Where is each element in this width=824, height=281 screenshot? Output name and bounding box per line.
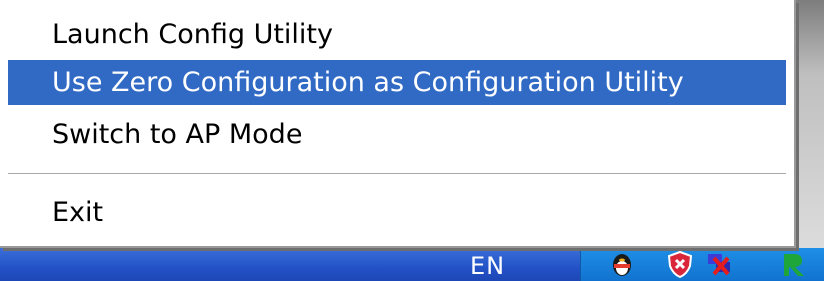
menu-separator [8,173,786,175]
menu-item-switch-to-ap-mode[interactable]: Switch to AP Mode [8,112,786,157]
menu-item-use-zero-configuration[interactable]: Use Zero Configuration as Configuration … [8,60,786,105]
network-disconnected-icon[interactable] [706,250,734,278]
security-shield-icon[interactable] [666,250,694,278]
language-indicator[interactable]: EN [470,252,505,280]
menu-item-launch-config-utility[interactable]: Launch Config Utility [8,12,786,57]
menu-item-exit[interactable]: Exit [8,190,786,235]
qq-penguin-icon[interactable] [608,250,636,278]
background-window-edge [796,0,824,248]
context-menu: Launch Config Utility Use Zero Configura… [0,0,796,248]
realtek-icon[interactable] [780,250,808,278]
